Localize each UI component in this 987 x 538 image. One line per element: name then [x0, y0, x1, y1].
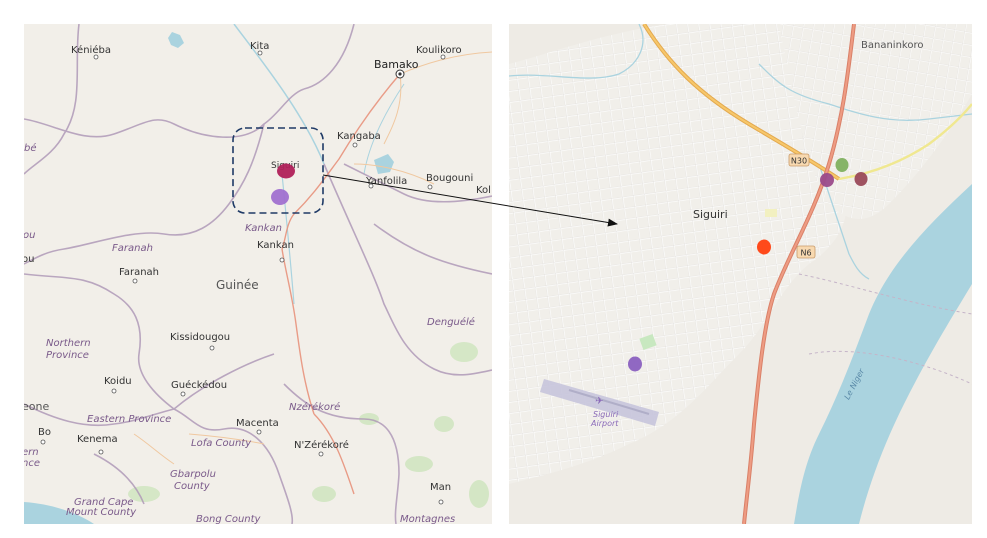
connector-layer	[322, 174, 618, 227]
zoom-arrow	[322, 174, 618, 227]
